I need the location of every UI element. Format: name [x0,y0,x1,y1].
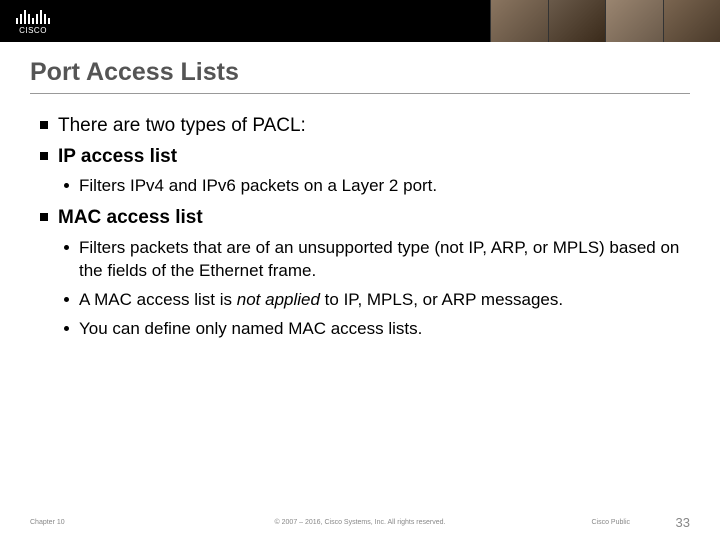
bullet-mac-title: MAC access list [40,206,680,231]
square-bullet-icon [40,152,48,160]
bullet-ip-title-text: IP access list [58,145,177,170]
dot-bullet-icon [64,297,69,302]
bullet-intro: There are two types of PACL: [40,114,680,139]
footer-page-number: 33 [676,515,690,530]
bullet-ip-title: IP access list [40,145,680,170]
dot-bullet-icon [64,183,69,188]
slide-content: There are two types of PACL: IP access l… [0,94,720,341]
mac-sub-text-2-em: not applied [237,290,320,309]
mac-sub-text-1: Filters packets that are of an unsupport… [79,237,680,283]
square-bullet-icon [40,213,48,221]
mac-sub-text-3: You can define only named MAC access lis… [79,318,422,341]
footer-chapter: Chapter 10 [30,519,65,526]
mac-sub-text-2: A MAC access list is not applied to IP, … [79,289,563,312]
header-photos [490,0,720,42]
ip-sub-list: Filters IPv4 and IPv6 packets on a Layer… [64,175,680,198]
cisco-logo: CISCO [16,8,50,35]
square-bullet-icon [40,121,48,129]
cisco-logo-text: CISCO [19,26,47,35]
slide-footer: Chapter 10 © 2007 – 2016, Cisco Systems,… [0,519,720,526]
mac-sub-item-2: A MAC access list is not applied to IP, … [64,289,680,312]
ip-sub-item: Filters IPv4 and IPv6 packets on a Layer… [64,175,680,198]
mac-sub-item-1: Filters packets that are of an unsupport… [64,237,680,283]
mac-sub-item-3: You can define only named MAC access lis… [64,318,680,341]
dot-bullet-icon [64,245,69,250]
footer-public: Cisco Public [591,519,630,526]
bullet-intro-text: There are two types of PACL: [58,114,306,139]
header-bar: CISCO [0,0,720,42]
dot-bullet-icon [64,326,69,331]
ip-sub-text: Filters IPv4 and IPv6 packets on a Layer… [79,175,437,198]
footer-copyright: © 2007 – 2016, Cisco Systems, Inc. All r… [275,519,446,526]
mac-sub-list: Filters packets that are of an unsupport… [64,237,680,341]
slide-title: Port Access Lists [30,58,720,87]
bullet-mac-title-text: MAC access list [58,206,203,231]
